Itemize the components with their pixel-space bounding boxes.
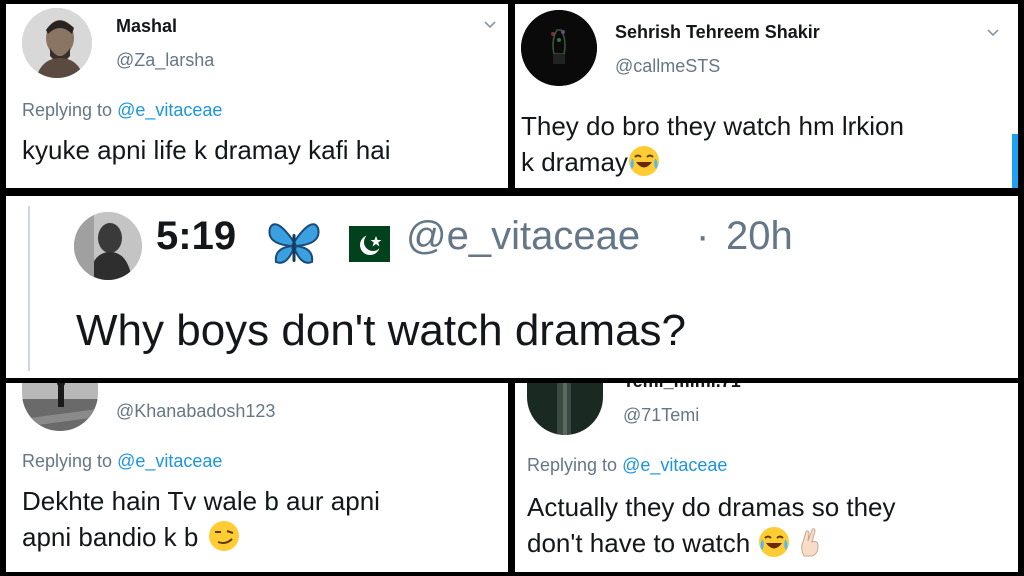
scrollbar[interactable] bbox=[1012, 134, 1018, 188]
chevron-down-icon[interactable] bbox=[484, 18, 496, 30]
avatar[interactable] bbox=[22, 383, 98, 431]
tweet-line: don't have to watch bbox=[527, 525, 896, 561]
tweet-age[interactable]: 20h bbox=[726, 214, 793, 259]
avatar[interactable] bbox=[74, 212, 142, 280]
author-handle[interactable]: @71Temi bbox=[623, 405, 699, 426]
original-tweet-card: 5:19 @e_vitaceae · 20h Why boys don't wa… bbox=[6, 196, 1018, 378]
tweet-card-sehrish: Sehrish Tehreem Shakir @callmeSTS They d… bbox=[515, 4, 1018, 188]
tweet-line: apni bandio k b bbox=[22, 519, 380, 555]
tweet-time: 5:19 bbox=[156, 214, 237, 258]
tweet-text: They do bro they watch hm lrkion k drama… bbox=[521, 108, 904, 180]
author-handle[interactable]: @Za_larsha bbox=[116, 50, 214, 71]
tweet-text: Dekhte hain Tv wale b aur apni apni band… bbox=[22, 483, 380, 555]
author-handle[interactable]: @Khanabadosh123 bbox=[116, 401, 275, 422]
joy-emoji-icon bbox=[628, 146, 659, 176]
tweet-line: They do bro they watch hm lrkion bbox=[521, 111, 904, 141]
mention-link[interactable]: @e_vitaceae bbox=[117, 451, 222, 471]
tweet-text: kyuke apni life k dramay kafi hai bbox=[22, 135, 391, 165]
joy-emoji-icon bbox=[759, 527, 790, 557]
separator-dot: · bbox=[696, 214, 710, 258]
avatar[interactable] bbox=[521, 10, 597, 86]
pakistan-flag-icon bbox=[336, 226, 390, 262]
tweet-line: Dekhte hain Tv wale b aur apni bbox=[22, 486, 380, 516]
avatar[interactable] bbox=[527, 383, 603, 435]
author-name[interactable]: Mashal bbox=[116, 16, 177, 37]
replying-to: Replying to @e_vitaceae bbox=[527, 455, 728, 475]
author-handle[interactable]: @e_vitaceae bbox=[406, 214, 640, 259]
replying-to: Replying to @e_vitaceae bbox=[22, 451, 223, 471]
author-name[interactable]: Sehrish Tehreem Shakir bbox=[615, 22, 820, 43]
butterfly-emoji-icon bbox=[268, 223, 320, 264]
tweet-card-mashal: Mashal @Za_larsha Replying to @e_vitacea… bbox=[6, 4, 508, 188]
replying-to: Replying to @e_vitaceae bbox=[22, 100, 223, 120]
author-handle[interactable]: @callmeSTS bbox=[615, 56, 720, 77]
tweet-text: Actually they do dramas so they don't ha… bbox=[527, 489, 896, 561]
mention-link[interactable]: @e_vitaceae bbox=[117, 100, 222, 120]
tweet-card-khanabadosh: @Khanabadosh123 Replying to @e_vitaceae … bbox=[6, 383, 508, 572]
avatar[interactable] bbox=[22, 8, 92, 78]
mention-link[interactable]: @e_vitaceae bbox=[622, 455, 727, 475]
tweet-line: k dramay bbox=[521, 144, 904, 180]
crossed-fingers-emoji-icon bbox=[801, 528, 819, 557]
tweet-text: Why boys don't watch dramas? bbox=[76, 306, 687, 355]
tweet-line: Actually they do dramas so they bbox=[527, 492, 896, 522]
chevron-down-icon[interactable] bbox=[987, 26, 999, 38]
smirk-emoji-icon bbox=[209, 521, 240, 551]
tweet-card-temi: Temi_mimi.71 @71Temi Replying to @e_vita… bbox=[515, 383, 1018, 572]
author-name-partial[interactable]: Temi_mimi.71 bbox=[623, 383, 741, 392]
thread-line bbox=[28, 206, 30, 371]
